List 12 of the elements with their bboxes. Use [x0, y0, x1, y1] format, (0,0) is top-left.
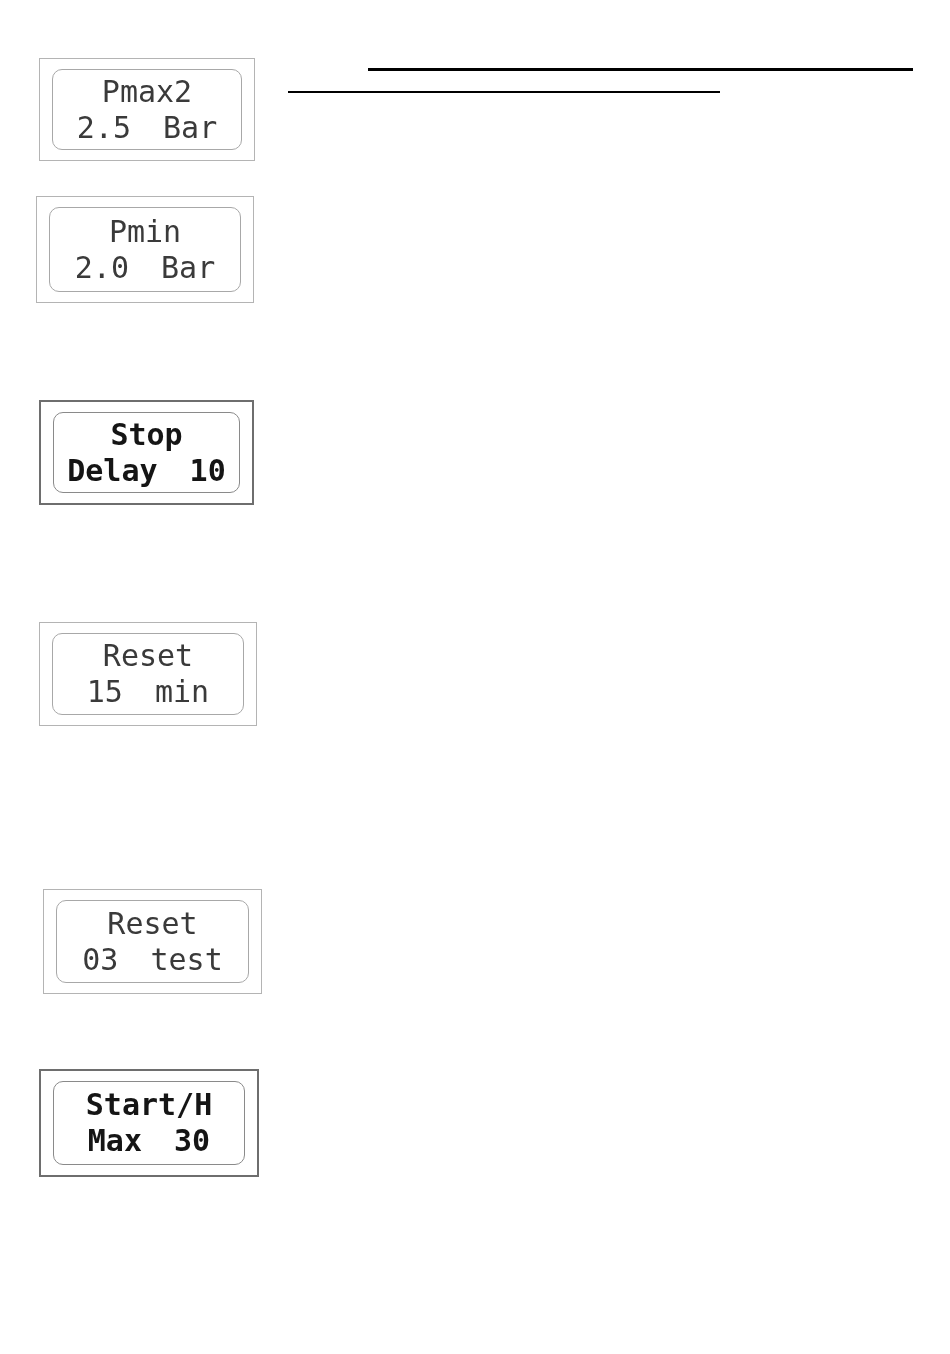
display-text: Reset [102, 638, 194, 674]
display-text: 2.5 Bar [76, 109, 218, 146]
display-text: 03 test [82, 941, 223, 978]
display-text: Reset [107, 905, 198, 942]
display-text: Stop [110, 416, 183, 453]
display-text: 2.0 Bar [74, 249, 216, 286]
display-text: 15 min [86, 674, 210, 710]
display-text: Start/H [85, 1087, 213, 1123]
display-text: Pmin [108, 213, 182, 250]
display-text: Pmax2 [101, 73, 193, 110]
display-text: Max 30 [87, 1123, 211, 1159]
display-text: Delay 10 [67, 452, 226, 489]
